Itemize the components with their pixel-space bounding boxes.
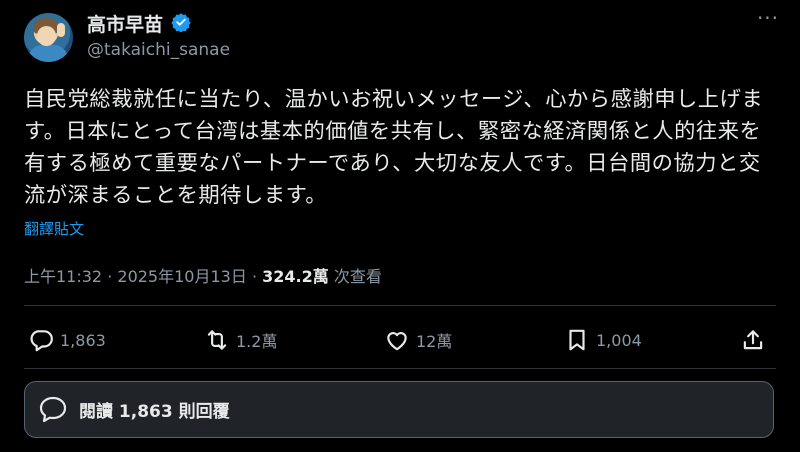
- read-replies-button[interactable]: 閱讀 1,863 則回覆: [24, 381, 774, 438]
- retweet-icon: [207, 330, 227, 350]
- reply-button[interactable]: 1,863: [28, 324, 106, 356]
- view-count: 324.2萬: [262, 267, 329, 286]
- author-handle[interactable]: @takaichi_sanae: [87, 40, 230, 60]
- speech-bubble-icon: [39, 396, 67, 422]
- bookmark-button[interactable]: 1,004: [564, 324, 642, 356]
- more-icon[interactable]: ···: [754, 8, 782, 32]
- divider: [24, 368, 776, 369]
- share-button[interactable]: [740, 324, 766, 356]
- tweet-time[interactable]: 上午11:32: [24, 267, 102, 286]
- meta-separator: ·: [251, 267, 263, 286]
- tweet-date[interactable]: 2025年10月13日: [117, 267, 246, 286]
- like-icon: [387, 332, 407, 351]
- verified-badge-icon: [171, 13, 191, 32]
- reply-icon: [30, 330, 53, 352]
- view-count-label: 次查看: [333, 267, 382, 286]
- divider: [24, 305, 776, 306]
- retweet-button[interactable]: 1.2萬: [204, 324, 277, 356]
- avatar[interactable]: [24, 13, 73, 62]
- tweet-meta: 上午11:32 · 2025年10月13日 · 324.2萬 次查看: [24, 263, 382, 287]
- like-count: 12萬: [416, 332, 453, 351]
- read-replies-label: 閱讀 1,863 則回覆: [79, 402, 230, 422]
- share-icon: [743, 330, 763, 350]
- retweet-count: 1.2萬: [236, 332, 278, 351]
- bookmark-count: 1,004: [596, 330, 642, 350]
- author-display-name[interactable]: 高市早苗: [87, 10, 163, 37]
- reply-count: 1,863: [60, 330, 106, 350]
- bookmark-icon: [569, 329, 585, 351]
- translate-post-link[interactable]: 翻譯貼文: [24, 218, 84, 239]
- like-button[interactable]: 12萬: [384, 324, 452, 356]
- tweet-text: 自民党総裁就任に当たり、温かいお祝いメッセージ、心から感謝申し上げます。日本にと…: [24, 87, 764, 208]
- meta-separator: ·: [107, 267, 118, 286]
